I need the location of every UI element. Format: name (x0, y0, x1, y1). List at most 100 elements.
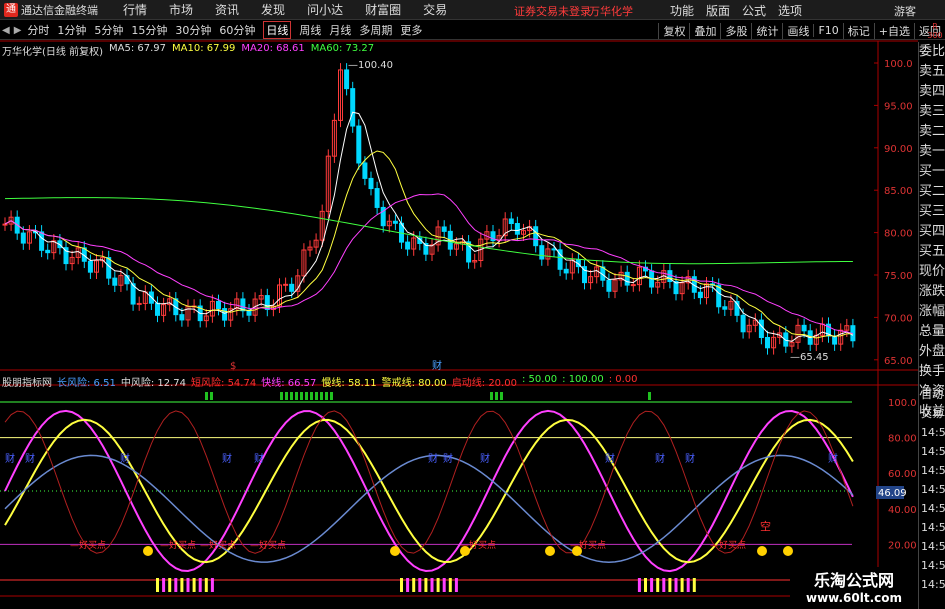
side-item-0[interactable]: 委比 (919, 42, 945, 62)
side-item-3[interactable]: 卖三 (919, 102, 945, 122)
buy-point-label: —好买点 (160, 539, 196, 551)
side-item-6[interactable]: 买一 (919, 162, 945, 182)
side-item-15[interactable]: 外盘 (919, 342, 945, 362)
candle-body (179, 314, 185, 321)
buy-smiley-icon (783, 546, 793, 556)
side-item-1[interactable]: 卖五 (919, 62, 945, 82)
indicator-tick: 100.0 (888, 398, 917, 409)
candle-body (216, 300, 221, 310)
trade-item-1: 交易 (921, 407, 943, 420)
watermark: 乐淘公式网 www.60lt.com (790, 567, 918, 609)
top-signal-bar (325, 392, 328, 400)
side-item-11[interactable]: 现价 (919, 262, 945, 282)
quote-side-panel: 委比 卖五 卖四 卖三 卖二 卖一 买一 买二 买三 买四 买五 现价 涨跌 涨幅 总量 外盘 换手 净资 收益 (918, 42, 945, 419)
top-signal-bar (310, 392, 313, 400)
top-signal-bar (648, 392, 651, 400)
indicator-value-1: 中风险: 12.74 (120, 378, 187, 389)
top-signal-bar (490, 392, 493, 400)
buy-point-label: —好买点 (70, 539, 106, 551)
r-label: R 300 (927, 22, 943, 40)
top-signal-bar (305, 392, 308, 400)
indicator-value-5: 警戒线: 80.00 (381, 378, 447, 389)
signal-bar (650, 578, 654, 592)
side-item-10[interactable]: 买五 (919, 242, 945, 262)
price-tick: 100.0 (884, 59, 913, 70)
side-item-5[interactable]: 卖一 (919, 142, 945, 162)
trade-item-7: 14:56 (921, 521, 945, 534)
side-item-14[interactable]: 总量 (919, 322, 945, 342)
candle-body (624, 271, 630, 286)
signal-bar (686, 578, 690, 592)
side-item-4[interactable]: 卖二 (919, 122, 945, 142)
candle-body (801, 324, 807, 332)
indicator-value-8: : 100.00 (562, 374, 604, 385)
buy-smiley-icon (757, 546, 767, 556)
candle-body (362, 162, 368, 179)
candle-body (539, 245, 545, 260)
high-label: —100.40 (348, 60, 393, 71)
buy-point-label: —好买点 (250, 539, 286, 551)
side-item-7[interactable]: 买二 (919, 182, 945, 202)
indicator-tick: 60.00 (888, 469, 917, 480)
candle-body (106, 257, 112, 279)
candle-body (765, 336, 770, 349)
signal-bar (644, 578, 647, 592)
candle-body (87, 260, 93, 273)
candle-body (20, 232, 26, 244)
trade-item-0: 自动 (921, 388, 943, 401)
candle-body (39, 231, 45, 251)
price-tick: 75.00 (884, 271, 913, 282)
candle-body (112, 277, 118, 286)
price-tick: 80.00 (884, 229, 913, 240)
top-signal-bar (280, 392, 283, 400)
candle-body (758, 319, 764, 338)
side-item-2[interactable]: 卖四 (919, 82, 945, 102)
signal-bar (662, 578, 666, 592)
signal-bar (192, 578, 196, 592)
candle-body (551, 248, 557, 251)
trade-item-2: 14:56 (921, 426, 945, 439)
price-tick: 90.00 (884, 144, 913, 155)
top-signal-bar (300, 392, 303, 400)
trade-item-3: 14:56 (921, 445, 945, 458)
trade-item-4: 14:56 (921, 464, 945, 477)
indicator-name[interactable]: 股朋指标网 (2, 374, 52, 389)
buy-smiley-icon (460, 546, 470, 556)
side-item-16[interactable]: 换手 (919, 362, 945, 382)
signal-bar (430, 578, 434, 592)
candle-body (155, 302, 160, 316)
trade-item-10: 14:56 (921, 578, 945, 591)
kline-chart[interactable]: 100.0 95.00 90.00 85.00 80.00 75.00 70.00 65.00… (0, 0, 918, 597)
finance-marker: 财 (655, 452, 665, 465)
price-tick: 70.00 (884, 313, 913, 324)
candle-body (350, 88, 356, 127)
candle-body (374, 188, 380, 208)
finance-marker: 财 (605, 452, 615, 465)
signal-bar (692, 578, 696, 592)
top-signal-bar (205, 392, 208, 400)
finance-marker: 财 (25, 452, 35, 465)
signal-bar (412, 578, 416, 592)
side-item-8[interactable]: 买三 (919, 202, 945, 222)
indicator-value-7: : 50.00 (521, 374, 558, 385)
side-item-9[interactable]: 买四 (919, 222, 945, 242)
signal-bar (406, 578, 410, 592)
indicator-header: 股朋指标网 长风险: 6.51 中风险: 12.74 短风险: 54.74 快线: 6… (2, 374, 638, 389)
buy-smiley-icon (390, 546, 400, 556)
finance-marker: 财 (5, 452, 15, 465)
side-item-13[interactable]: 涨幅 (919, 302, 945, 322)
top-signal-bar (290, 392, 293, 400)
event-marker: 财 (432, 359, 442, 372)
candle-body (246, 310, 252, 316)
trade-side-panel: 自动交易 14:56 14:56 14:56 14:56 14:56 14:56 14:56 1… (918, 385, 945, 609)
top-signal-bar (315, 392, 318, 400)
candle-body (289, 283, 295, 292)
side-item-12[interactable]: 涨跌 (919, 282, 945, 302)
watermark-line1: 乐淘公式网 (813, 571, 894, 590)
buy-smiley-icon (143, 546, 153, 556)
event-marker: $ (230, 361, 236, 372)
price-tick: 95.00 (884, 101, 913, 112)
signal-bar (442, 578, 446, 592)
candle-body (2, 223, 8, 226)
indicator-value-3: 快线: 66.57 (261, 378, 317, 389)
